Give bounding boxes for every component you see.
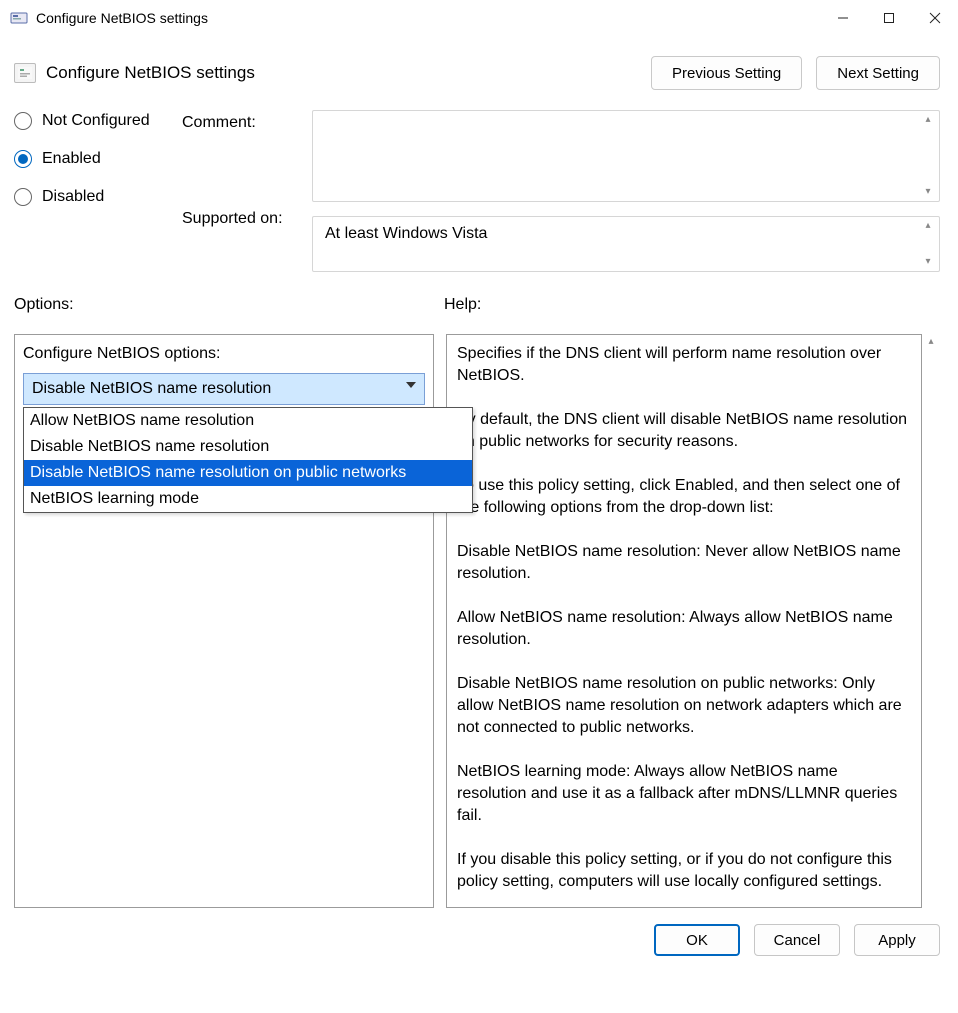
- options-panel: Configure NetBIOS options: Disable NetBI…: [14, 334, 434, 908]
- scroll-arrows: ▴ ▾: [921, 221, 935, 267]
- minimize-button[interactable]: [820, 3, 866, 33]
- dropdown-option[interactable]: Allow NetBIOS name resolution: [24, 408, 472, 434]
- supported-on-box: At least Windows Vista ▴ ▾: [312, 216, 940, 272]
- chevron-up-icon[interactable]: ▴: [921, 115, 935, 125]
- dropdown-option[interactable]: Disable NetBIOS name resolution: [24, 434, 472, 460]
- chevron-down-icon[interactable]: ▾: [921, 257, 935, 267]
- radio-label: Not Configured: [42, 112, 150, 130]
- chevron-down-icon[interactable]: ▾: [921, 187, 935, 197]
- maximize-button[interactable]: [866, 3, 912, 33]
- radio-icon: [14, 188, 32, 206]
- help-section-label: Help:: [444, 296, 481, 314]
- radio-label: Disabled: [42, 188, 104, 206]
- cancel-button[interactable]: Cancel: [754, 924, 840, 956]
- policy-icon: [14, 63, 36, 83]
- radio-enabled[interactable]: Enabled: [14, 150, 182, 168]
- help-text-panel[interactable]: Specifies if the DNS client will perform…: [446, 334, 922, 908]
- window-title: Configure NetBIOS settings: [36, 10, 208, 26]
- radio-icon: [14, 150, 32, 168]
- titlebar: Configure NetBIOS settings: [0, 0, 958, 36]
- netbios-options-dropdown[interactable]: Allow NetBIOS name resolution Disable Ne…: [23, 407, 473, 513]
- app-icon: [10, 9, 28, 27]
- comment-textarea[interactable]: ▴ ▾: [312, 110, 940, 202]
- options-panel-title: Configure NetBIOS options:: [23, 345, 425, 363]
- page-header: Configure NetBIOS settings Previous Sett…: [14, 56, 940, 90]
- chevron-up-icon[interactable]: ▴: [928, 336, 933, 347]
- chevron-up-icon[interactable]: ▴: [921, 221, 935, 231]
- combobox-value: Disable NetBIOS name resolution: [32, 380, 271, 398]
- dropdown-option-selected[interactable]: Disable NetBIOS name resolution on publi…: [24, 460, 472, 486]
- help-scrollbar[interactable]: ▴: [922, 334, 940, 908]
- radio-label: Enabled: [42, 150, 101, 168]
- radio-not-configured[interactable]: Not Configured: [14, 112, 182, 130]
- options-section-label: Options:: [14, 296, 444, 314]
- close-button[interactable]: [912, 3, 958, 33]
- scroll-arrows: ▴ ▾: [921, 115, 935, 197]
- previous-setting-button[interactable]: Previous Setting: [651, 56, 802, 90]
- netbios-options-combobox[interactable]: Disable NetBIOS name resolution: [23, 373, 425, 405]
- page-title: Configure NetBIOS settings: [46, 63, 255, 83]
- apply-button[interactable]: Apply: [854, 924, 940, 956]
- comment-label: Comment:: [182, 114, 312, 132]
- supported-on-value: At least Windows Vista: [325, 225, 487, 242]
- dropdown-option[interactable]: NetBIOS learning mode: [24, 486, 472, 512]
- radio-disabled[interactable]: Disabled: [14, 188, 182, 206]
- supported-on-label: Supported on:: [182, 210, 312, 228]
- dialog-footer: OK Cancel Apply: [0, 908, 958, 956]
- ok-button[interactable]: OK: [654, 924, 740, 956]
- radio-icon: [14, 112, 32, 130]
- next-setting-button[interactable]: Next Setting: [816, 56, 940, 90]
- chevron-down-icon: [406, 382, 416, 388]
